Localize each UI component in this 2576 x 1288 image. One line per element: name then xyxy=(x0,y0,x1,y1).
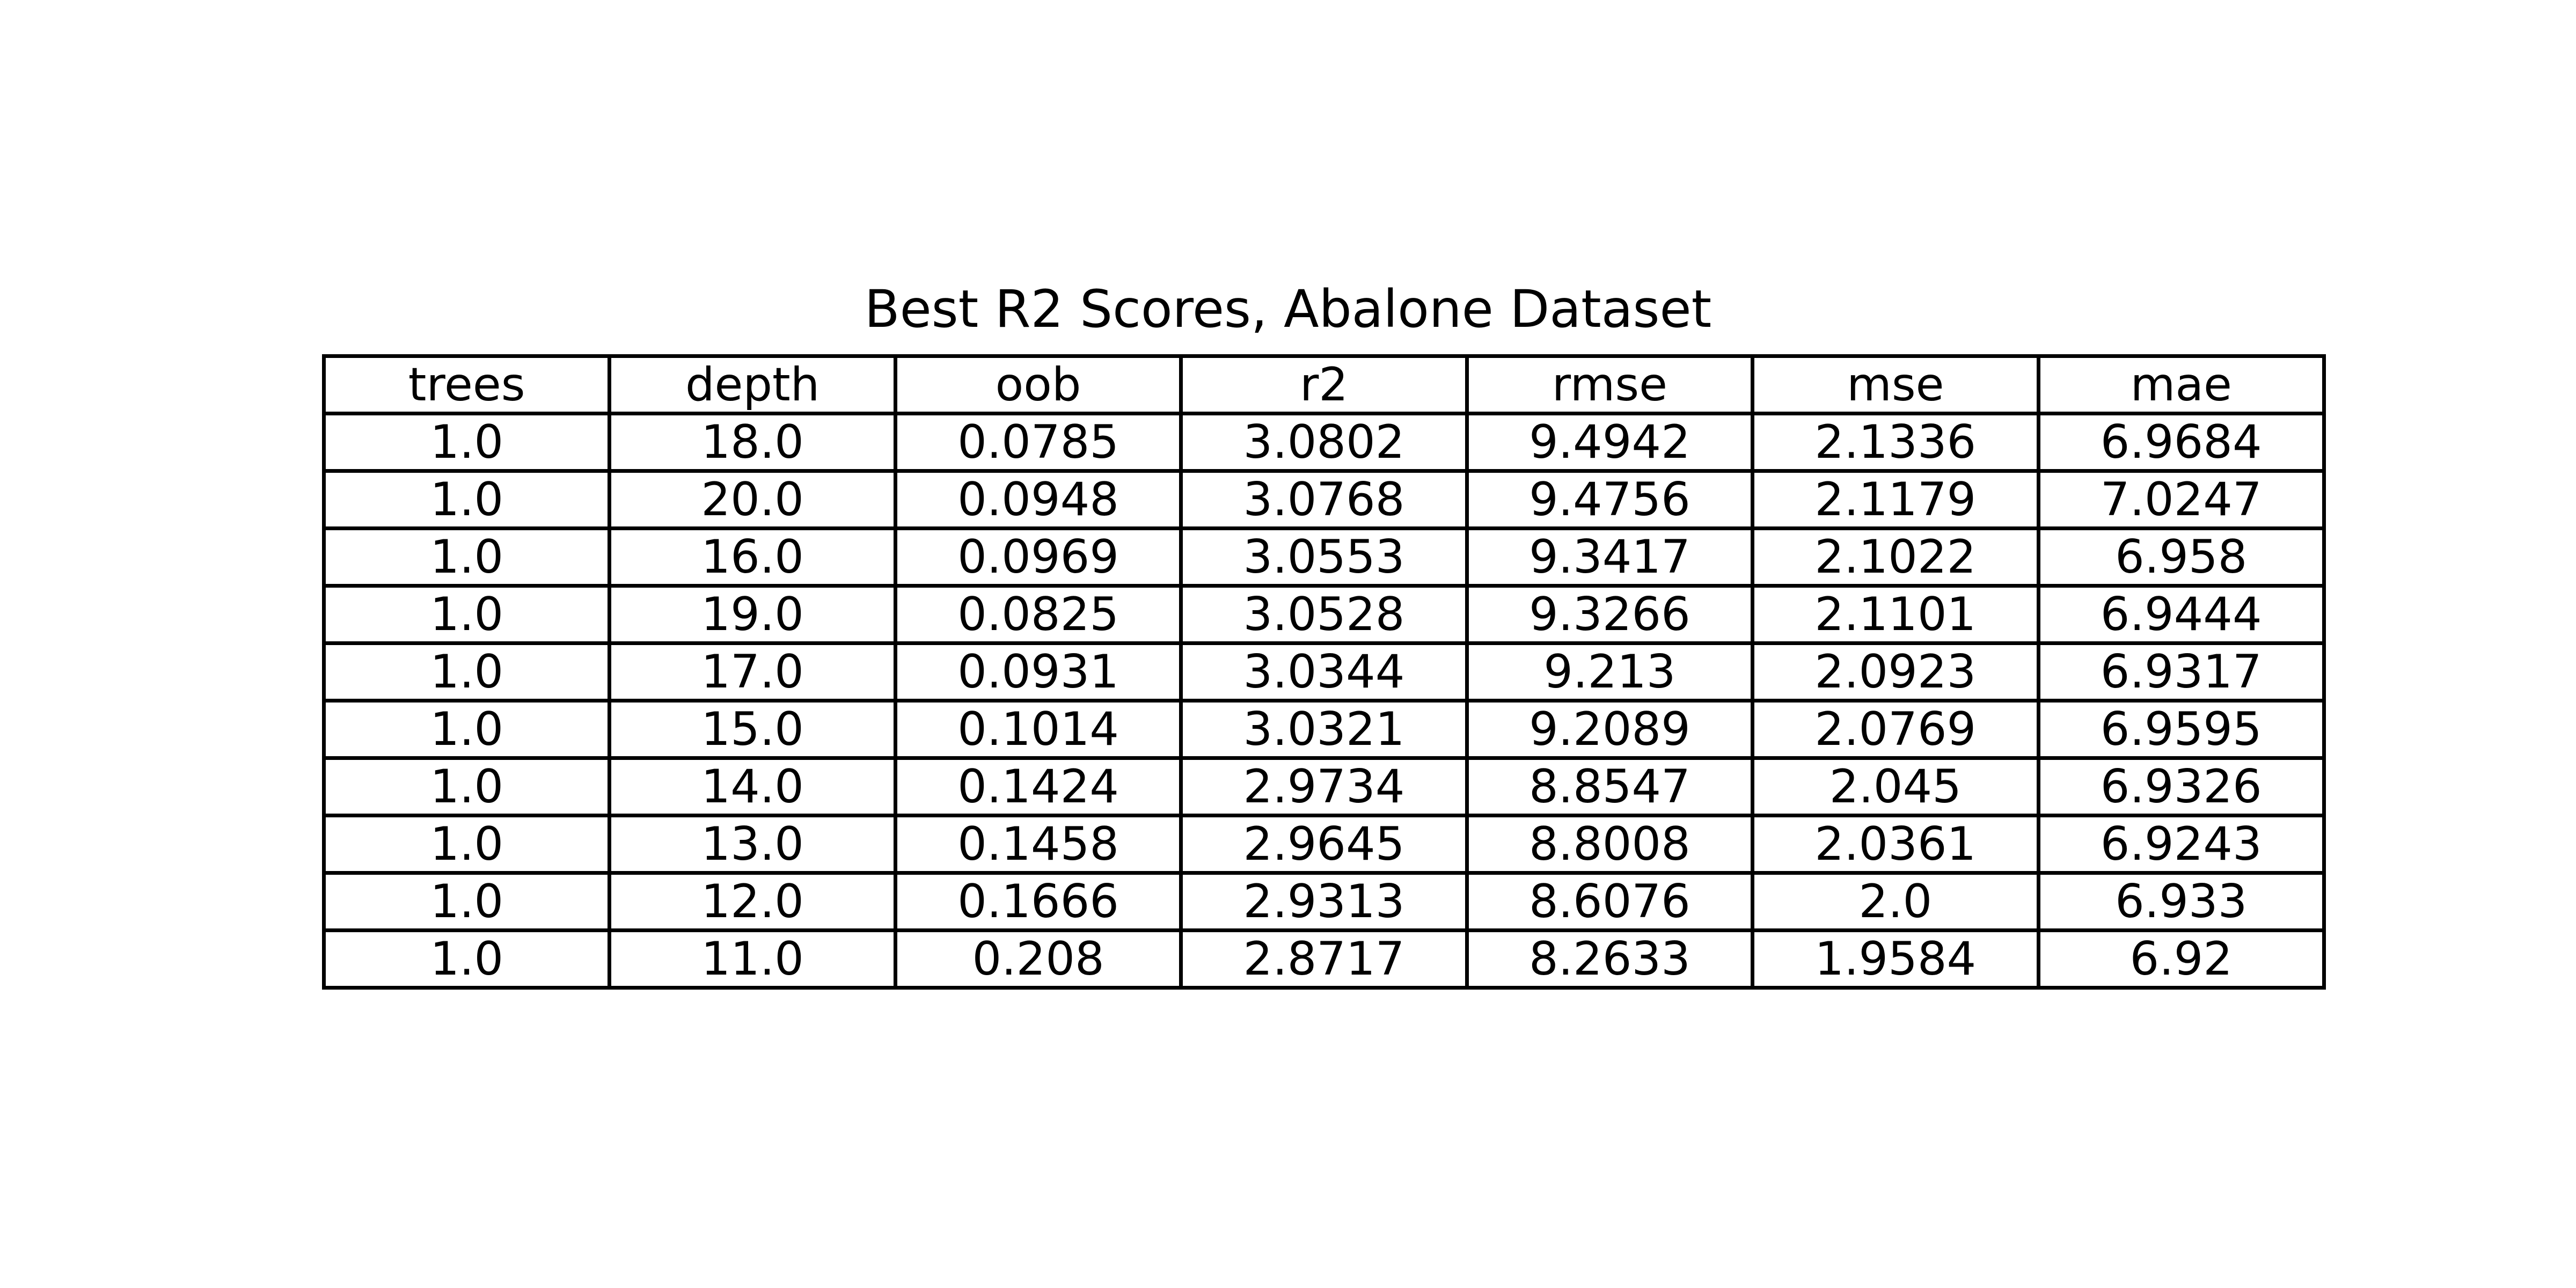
table-cell-oob: 0.1424 xyxy=(893,756,1183,817)
table-cell-depth: 17.0 xyxy=(608,641,897,702)
table-cell-mse: 2.045 xyxy=(1751,756,2040,817)
table-body: 1.0 18.0 0.0785 3.0802 9.4942 2.1336 6.9684 1.0… xyxy=(321,412,2326,990)
table-cell-mae: 6.9595 xyxy=(2036,699,2326,760)
table-cell-mae: 6.9326 xyxy=(2036,756,2326,817)
figure: Best R2 Scores, Abalone Dataset trees dep… xyxy=(0,0,2576,1288)
table-cell-mae: 6.92 xyxy=(2036,928,2326,990)
table-cell-depth: 19.0 xyxy=(608,584,897,645)
table-header: trees depth oob r2 rmse mse mae xyxy=(321,354,2326,415)
table-cell-rmse: 9.213 xyxy=(1465,641,1755,702)
table-cell-oob: 0.1458 xyxy=(893,814,1183,875)
table-cell-mse: 2.0923 xyxy=(1751,641,2040,702)
table-cell-mae: 6.9243 xyxy=(2036,814,2326,875)
table-cell-r2: 2.9645 xyxy=(1179,814,1469,875)
table-cell-mse: 2.0 xyxy=(1751,871,2040,932)
table-row: 1.0 15.0 0.1014 3.0321 9.2089 2.0769 6.9595 xyxy=(321,699,2326,760)
column-header-r2: r2 xyxy=(1179,354,1469,415)
table-cell-oob: 0.1014 xyxy=(893,699,1183,760)
table-row: 1.0 19.0 0.0825 3.0528 9.3266 2.1101 6.9444 xyxy=(321,584,2326,645)
table-cell-depth: 12.0 xyxy=(608,871,897,932)
table-cell-mse: 2.0361 xyxy=(1751,814,2040,875)
table-container: trees depth oob r2 rmse mse mae 1.0 18.0 0.0785 3… xyxy=(321,354,2326,990)
table-cell-r2: 2.8717 xyxy=(1179,928,1469,990)
table-row: 1.0 20.0 0.0948 3.0768 9.4756 2.1179 7.0247 xyxy=(321,469,2326,530)
table-cell-oob: 0.0948 xyxy=(893,469,1183,530)
table-cell-depth: 15.0 xyxy=(608,699,897,760)
table-cell-mse: 2.1336 xyxy=(1751,412,2040,473)
column-header-rmse: rmse xyxy=(1465,354,1755,415)
table-cell-rmse: 8.8008 xyxy=(1465,814,1755,875)
column-header-depth: depth xyxy=(608,354,897,415)
table-cell-rmse: 8.2633 xyxy=(1465,928,1755,990)
table-cell-mae: 7.0247 xyxy=(2036,469,2326,530)
table-cell-mse: 2.1022 xyxy=(1751,526,2040,588)
table-cell-depth: 13.0 xyxy=(608,814,897,875)
column-header-trees: trees xyxy=(321,354,612,415)
table-cell-mae: 6.9684 xyxy=(2036,412,2326,473)
table-row: 1.0 18.0 0.0785 3.0802 9.4942 2.1336 6.9684 xyxy=(321,412,2326,473)
table-cell-mse: 2.1179 xyxy=(1751,469,2040,530)
table-cell-rmse: 8.8547 xyxy=(1465,756,1755,817)
table-cell-depth: 18.0 xyxy=(608,412,897,473)
table-cell-trees: 1.0 xyxy=(321,584,612,645)
table-cell-mae: 6.9317 xyxy=(2036,641,2326,702)
table-cell-mae: 6.933 xyxy=(2036,871,2326,932)
table-cell-r2: 3.0528 xyxy=(1179,584,1469,645)
table-cell-trees: 1.0 xyxy=(321,756,612,817)
table-cell-oob: 0.0969 xyxy=(893,526,1183,588)
table-cell-r2: 2.9734 xyxy=(1179,756,1469,817)
table-cell-mae: 6.958 xyxy=(2036,526,2326,588)
table-cell-trees: 1.0 xyxy=(321,526,612,588)
table-cell-rmse: 9.4942 xyxy=(1465,412,1755,473)
table-cell-trees: 1.0 xyxy=(321,469,612,530)
table-cell-depth: 16.0 xyxy=(608,526,897,588)
table-cell-oob: 0.0825 xyxy=(893,584,1183,645)
table-cell-rmse: 9.2089 xyxy=(1465,699,1755,760)
table-cell-oob: 0.0785 xyxy=(893,412,1183,473)
table-cell-r2: 2.9313 xyxy=(1179,871,1469,932)
table-cell-depth: 20.0 xyxy=(608,469,897,530)
table-cell-trees: 1.0 xyxy=(321,928,612,990)
table-cell-rmse: 9.4756 xyxy=(1465,469,1755,530)
table-cell-trees: 1.0 xyxy=(321,699,612,760)
table-cell-trees: 1.0 xyxy=(321,871,612,932)
table-row: 1.0 16.0 0.0969 3.0553 9.3417 2.1022 6.958 xyxy=(321,526,2326,588)
table-cell-rmse: 9.3266 xyxy=(1465,584,1755,645)
column-header-mae: mae xyxy=(2036,354,2326,415)
table-cell-r2: 3.0321 xyxy=(1179,699,1469,760)
table-row: 1.0 13.0 0.1458 2.9645 8.8008 2.0361 6.9243 xyxy=(321,814,2326,875)
table-row: 1.0 11.0 0.208 2.8717 8.2633 1.9584 6.92 xyxy=(321,928,2326,990)
table-cell-mae: 6.9444 xyxy=(2036,584,2326,645)
table-cell-oob: 0.1666 xyxy=(893,871,1183,932)
table-cell-rmse: 9.3417 xyxy=(1465,526,1755,588)
table-cell-r2: 3.0768 xyxy=(1179,469,1469,530)
table-row: 1.0 17.0 0.0931 3.0344 9.213 2.0923 6.9317 xyxy=(321,641,2326,702)
table-cell-trees: 1.0 xyxy=(321,814,612,875)
chart-title: Best R2 Scores, Abalone Dataset xyxy=(864,279,1712,339)
table-cell-r2: 3.0802 xyxy=(1179,412,1469,473)
table-cell-depth: 14.0 xyxy=(608,756,897,817)
header-row: trees depth oob r2 rmse mse mae xyxy=(321,354,2326,415)
table-cell-r2: 3.0553 xyxy=(1179,526,1469,588)
table-cell-trees: 1.0 xyxy=(321,641,612,702)
table-cell-depth: 11.0 xyxy=(608,928,897,990)
table-row: 1.0 14.0 0.1424 2.9734 8.8547 2.045 6.9326 xyxy=(321,756,2326,817)
column-header-mse: mse xyxy=(1751,354,2040,415)
table-cell-oob: 0.0931 xyxy=(893,641,1183,702)
table-cell-mse: 2.0769 xyxy=(1751,699,2040,760)
table-row: 1.0 12.0 0.1666 2.9313 8.6076 2.0 6.933 xyxy=(321,871,2326,932)
table-cell-rmse: 8.6076 xyxy=(1465,871,1755,932)
table-cell-mse: 2.1101 xyxy=(1751,584,2040,645)
table-cell-r2: 3.0344 xyxy=(1179,641,1469,702)
data-table: trees depth oob r2 rmse mse mae 1.0 18.0 0.0785 3… xyxy=(321,354,2326,990)
table-cell-oob: 0.208 xyxy=(893,928,1183,990)
table-cell-trees: 1.0 xyxy=(321,412,612,473)
column-header-oob: oob xyxy=(893,354,1183,415)
table-cell-mse: 1.9584 xyxy=(1751,928,2040,990)
